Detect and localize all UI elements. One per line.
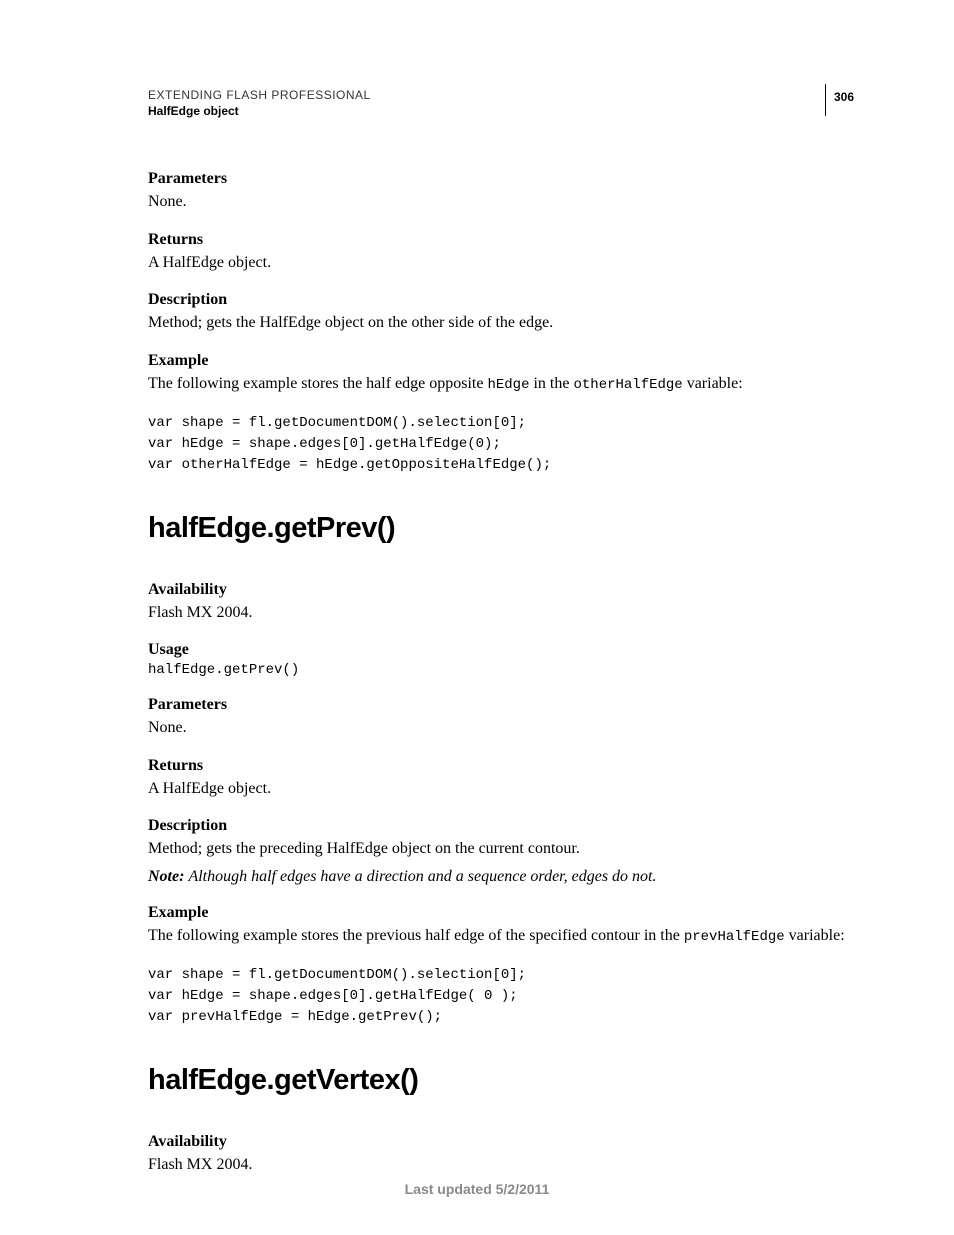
returns-body: A HalfEdge object.	[148, 778, 854, 800]
returns-label: Returns	[148, 757, 854, 775]
parameters-block: Parameters None.	[148, 696, 854, 739]
page-number-box: 306	[825, 84, 854, 116]
usage-label: Usage	[148, 641, 854, 659]
usage-code: halfEdge.getPrev()	[148, 662, 854, 678]
method-heading-getvertex: halfEdge.getVertex()	[148, 1064, 854, 1097]
returns-block: Returns A HalfEdge object.	[148, 757, 854, 800]
availability-label: Availability	[148, 581, 854, 599]
returns-body: A HalfEdge object.	[148, 252, 854, 274]
page-content: EXTENDING FLASH PROFESSIONAL HalfEdge ob…	[0, 0, 954, 1176]
parameters-label: Parameters	[148, 170, 854, 188]
running-subhead: HalfEdge object	[148, 104, 854, 118]
description-block: Description Method; gets the HalfEdge ob…	[148, 291, 854, 334]
running-head: EXTENDING FLASH PROFESSIONAL	[148, 88, 854, 102]
availability-body: Flash MX 2004.	[148, 602, 854, 624]
footer-last-updated: Last updated 5/2/2011	[0, 1181, 954, 1197]
returns-block: Returns A HalfEdge object.	[148, 231, 854, 274]
page-number: 306	[834, 90, 854, 104]
note-label: Note:	[148, 868, 188, 885]
parameters-body: None.	[148, 717, 854, 739]
inline-code: otherHalfEdge	[573, 377, 682, 393]
description-label: Description	[148, 291, 854, 309]
description-block: Description Method; gets the preceding H…	[148, 817, 854, 860]
usage-block: Usage halfEdge.getPrev()	[148, 641, 854, 678]
method-heading-getprev: halfEdge.getPrev()	[148, 512, 854, 545]
text-run: The following example stores the half ed…	[148, 375, 487, 392]
availability-block: Availability Flash MX 2004.	[148, 581, 854, 624]
text-run: The following example stores the previou…	[148, 927, 684, 944]
parameters-body: None.	[148, 191, 854, 213]
availability-block: Availability Flash MX 2004.	[148, 1133, 854, 1176]
text-run: in the	[529, 375, 573, 392]
text-run: variable:	[683, 375, 743, 392]
returns-label: Returns	[148, 231, 854, 249]
availability-label: Availability	[148, 1133, 854, 1151]
inline-code: prevHalfEdge	[684, 929, 785, 945]
example-label: Example	[148, 352, 854, 370]
note-row: Note: Although half edges have a directi…	[148, 868, 854, 886]
example-label: Example	[148, 904, 854, 922]
description-label: Description	[148, 817, 854, 835]
description-body: Method; gets the HalfEdge object on the …	[148, 312, 854, 334]
example-lead: The following example stores the half ed…	[148, 373, 854, 395]
example-lead: The following example stores the previou…	[148, 925, 854, 947]
note-text: Although half edges have a direction and…	[188, 868, 656, 885]
parameters-block: Parameters None.	[148, 170, 854, 213]
description-body: Method; gets the preceding HalfEdge obje…	[148, 838, 854, 860]
inline-code: hEdge	[487, 377, 529, 393]
example-block: Example The following example stores the…	[148, 904, 854, 947]
availability-body: Flash MX 2004.	[148, 1154, 854, 1176]
parameters-label: Parameters	[148, 696, 854, 714]
text-run: variable:	[785, 927, 845, 944]
code-block: var shape = fl.getDocumentDOM().selectio…	[148, 965, 854, 1028]
code-block: var shape = fl.getDocumentDOM().selectio…	[148, 413, 854, 476]
example-block: Example The following example stores the…	[148, 352, 854, 395]
